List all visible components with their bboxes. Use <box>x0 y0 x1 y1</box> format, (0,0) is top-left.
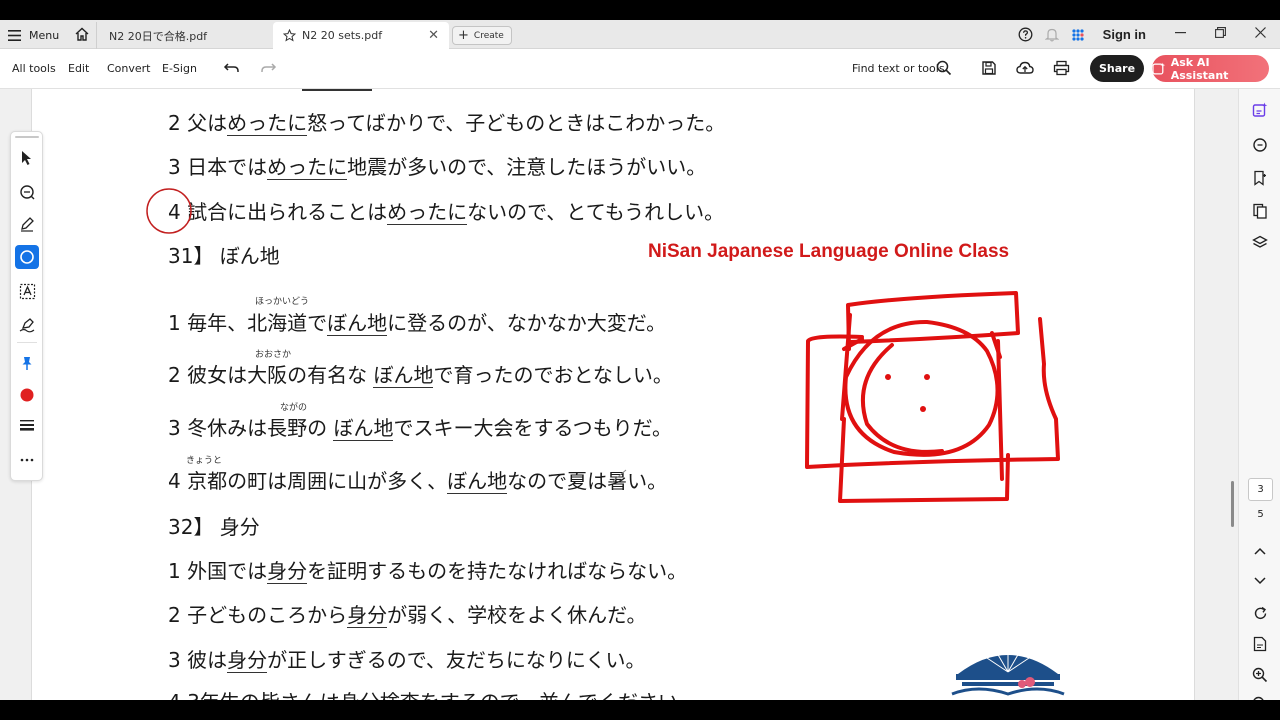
ink-annotations <box>146 188 1060 503</box>
print-icon[interactable] <box>1053 60 1070 80</box>
undo-icon[interactable] <box>223 60 241 80</box>
answer-circle <box>146 188 192 234</box>
create-label: Create <box>473 30 504 41</box>
vertical-scrollbar[interactable] <box>1231 481 1234 527</box>
chevron-up-icon[interactable] <box>1250 541 1270 561</box>
ai-sparkle-icon <box>1152 62 1166 75</box>
more-options-icon[interactable] <box>15 448 39 472</box>
select-cursor-icon[interactable] <box>15 146 39 170</box>
find-text-or-tools[interactable]: Find text or tools <box>852 62 945 75</box>
add-text-icon[interactable] <box>15 279 39 303</box>
apps-grid-icon[interactable] <box>1065 28 1091 42</box>
edit-button[interactable]: Edit <box>68 62 89 75</box>
page-number-input[interactable]: 3 <box>1248 478 1273 501</box>
tab-bar: Menu N2 20日で合格.pdf N2 20 sets.pdf ✕ + Cr… <box>0 20 1280 49</box>
stroke-width-icon[interactable] <box>15 413 39 437</box>
cloud-upload-icon[interactable] <box>1016 60 1034 80</box>
acrobat-window: Menu N2 20日で合格.pdf N2 20 sets.pdf ✕ + Cr… <box>0 20 1280 700</box>
search-icon[interactable] <box>936 60 952 80</box>
bookmark-icon[interactable] <box>1250 168 1270 188</box>
page-total: 5 <box>1257 509 1264 520</box>
titlebar-right: Sign in <box>1013 20 1280 49</box>
sign-pen-icon[interactable] <box>15 312 39 336</box>
tab-label: N2 20日で合格.pdf <box>109 29 208 43</box>
page-thumbnails-icon[interactable] <box>1250 201 1270 221</box>
star-icon[interactable] <box>283 29 296 42</box>
draw-shape-icon[interactable] <box>15 245 39 269</box>
pin-icon[interactable] <box>15 351 39 375</box>
menu-label: Menu <box>29 28 60 42</box>
palette-divider <box>17 342 37 343</box>
quick-tools-palette <box>10 131 43 481</box>
minimize-icon[interactable] <box>1160 27 1200 42</box>
menu-button[interactable]: Menu <box>8 25 59 45</box>
highlight-pen-icon[interactable] <box>15 212 39 236</box>
pen-cursor <box>611 469 627 483</box>
ink-dots <box>885 374 930 412</box>
close-window-icon[interactable] <box>1240 27 1280 42</box>
redo-icon[interactable] <box>259 60 277 80</box>
sign-in-link[interactable]: Sign in <box>1103 27 1146 42</box>
convert-button[interactable]: Convert <box>107 62 151 75</box>
tab-label: N2 20 sets.pdf <box>302 29 383 42</box>
hamburger-icon <box>8 29 21 41</box>
color-swatch-icon[interactable] <box>15 383 39 407</box>
bell-icon[interactable] <box>1039 27 1065 42</box>
zoom-out-icon[interactable] <box>1250 694 1270 700</box>
palette-grip[interactable] <box>15 136 39 138</box>
restore-icon[interactable] <box>1200 27 1240 42</box>
save-icon[interactable] <box>981 60 997 80</box>
main-toolbar: All tools Edit Convert E-Sign Find text … <box>0 49 1280 89</box>
tab-document-2-active[interactable]: N2 20 sets.pdf ✕ <box>273 22 449 49</box>
document-viewport[interactable]: 2 父はめったに怒ってばかりで、子どものときはこわかった。 3 日本ではめったに… <box>0 89 1238 700</box>
comment-icon[interactable] <box>1250 135 1270 155</box>
help-icon[interactable] <box>1013 27 1039 42</box>
plus-icon: + <box>458 28 469 43</box>
home-icon[interactable] <box>74 26 90 46</box>
right-rail: 3 5 <box>1238 89 1280 700</box>
chevron-down-icon[interactable] <box>1250 571 1270 591</box>
create-button[interactable]: + Create <box>452 26 512 45</box>
ink-drawing-face <box>805 291 1060 503</box>
layers-icon[interactable] <box>1250 233 1270 253</box>
all-tools-button[interactable]: All tools <box>12 62 56 75</box>
share-button[interactable]: Share <box>1090 55 1144 82</box>
tab-document-1[interactable]: N2 20日で合格.pdf <box>96 22 272 49</box>
nisan-logo <box>951 644 1065 696</box>
add-comment-icon[interactable] <box>15 180 39 204</box>
page-fit-icon[interactable] <box>1250 634 1270 654</box>
ai-generative-icon[interactable] <box>1250 100 1270 120</box>
pdf-page[interactable]: 2 父はめったに怒ってばかりで、子どものときはこわかった。 3 日本ではめったに… <box>31 89 1195 700</box>
ai-assistant-label: Ask AI Assistant <box>1170 55 1229 82</box>
zoom-in-icon[interactable] <box>1250 665 1270 685</box>
esign-button[interactable]: E-Sign <box>162 62 197 75</box>
close-tab-icon[interactable]: ✕ <box>428 28 439 43</box>
ai-assistant-button[interactable]: Ask AI Assistant <box>1152 55 1269 82</box>
refresh-icon[interactable] <box>1250 603 1270 623</box>
